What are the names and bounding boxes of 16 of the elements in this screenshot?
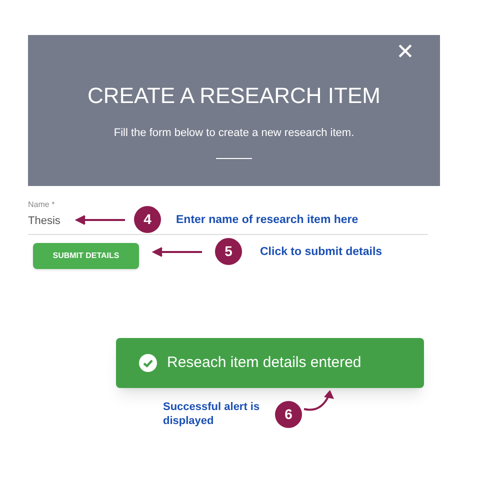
toast-message: Reseach item details entered	[167, 352, 362, 373]
dialog-subtitle: Fill the form below to create a new research item.	[114, 126, 354, 141]
submit-button[interactable]: SUBMIT DETAILS	[33, 242, 139, 268]
step-number: 6	[275, 401, 302, 428]
step-number: 5	[215, 238, 242, 265]
left-arrow-icon	[75, 215, 125, 225]
left-arrow-icon	[152, 247, 202, 257]
close-button[interactable]: ✕	[396, 41, 414, 63]
curved-arrow-icon	[303, 389, 335, 413]
step-number: 4	[134, 206, 161, 233]
check-circle-icon	[139, 354, 157, 372]
annotation-text: Enter name of research item here	[176, 213, 358, 228]
annotation-text: Successful alert is displayed	[163, 400, 261, 428]
annotation-text: Click to submit details	[260, 245, 382, 260]
dialog-title: CREATE A RESEARCH ITEM	[88, 85, 380, 107]
field-label: Name *	[28, 199, 56, 211]
